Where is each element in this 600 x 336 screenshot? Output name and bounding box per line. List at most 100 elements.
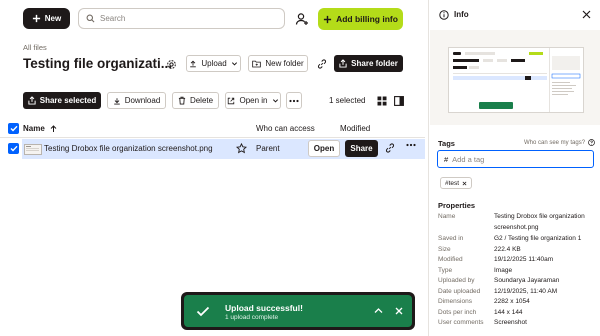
property-key: Dots per inch xyxy=(438,309,477,316)
property-key: Type xyxy=(438,267,453,274)
chevron-down-icon xyxy=(272,97,279,104)
new-button[interactable]: New xyxy=(23,8,70,29)
property-value: 222.4 KB xyxy=(494,246,521,253)
column-header-name[interactable]: Name xyxy=(23,124,57,133)
property-key: Date uploaded xyxy=(438,288,481,295)
folder-plus-icon xyxy=(252,60,262,68)
trash-icon xyxy=(178,96,186,105)
sort-arrow-up-icon xyxy=(50,124,57,133)
breadcrumb[interactable]: All files xyxy=(23,43,47,52)
row-checkbox[interactable] xyxy=(8,143,19,154)
tags-label: Tags xyxy=(438,139,455,148)
property-value: 2282 x 1054 xyxy=(494,298,530,305)
search-icon xyxy=(86,14,95,23)
grid-view-icon[interactable] xyxy=(377,96,387,106)
tag-chip[interactable]: #test xyxy=(440,177,473,189)
search-input[interactable] xyxy=(100,14,270,23)
property-value: 144 x 144 xyxy=(494,309,523,316)
billing-label: Add billing info xyxy=(336,14,398,24)
upload-toast-body: Upload successful! 1 upload complete xyxy=(184,295,412,327)
row-access: Parent xyxy=(256,144,280,153)
close-icon[interactable] xyxy=(582,10,591,19)
delete-label: Delete xyxy=(189,96,214,105)
external-link-icon xyxy=(227,97,235,105)
column-header-modified[interactable]: Modified xyxy=(340,124,370,133)
property-value: screenshot.png xyxy=(494,224,539,231)
more-horizontal-icon[interactable] xyxy=(406,143,416,147)
add-tag-input[interactable] xyxy=(452,154,583,164)
share-icon xyxy=(339,59,347,68)
tag-chip-label: #test xyxy=(445,179,460,187)
new-folder-label: New folder xyxy=(265,59,304,68)
chevron-up-icon[interactable] xyxy=(374,307,383,314)
help-icon xyxy=(588,139,595,146)
link-icon[interactable] xyxy=(385,143,395,153)
selection-count: 1 selected xyxy=(329,96,366,105)
delete-button[interactable]: Delete xyxy=(172,92,219,109)
open-button[interactable]: Open xyxy=(308,140,340,157)
toast-title: Upload successful! xyxy=(225,303,303,313)
close-icon[interactable] xyxy=(395,307,403,315)
property-value: 19/12/2025 11:40am xyxy=(494,256,554,263)
open-in-button[interactable]: Open in xyxy=(225,92,281,109)
info-panel-title: Info xyxy=(454,10,469,19)
property-key: Uploaded by xyxy=(438,277,475,284)
add-billing-info-button[interactable]: Add billing info xyxy=(318,8,403,30)
share-selected-button[interactable]: Share selected xyxy=(23,92,101,109)
property-key: Modified xyxy=(438,256,463,263)
info-panel: Info Tags Who can see my tags? # Add a t… xyxy=(428,0,600,336)
share-folder-label: Share folder xyxy=(351,59,398,68)
link-icon xyxy=(317,58,327,69)
share-icon xyxy=(28,96,36,105)
property-key: User comments xyxy=(438,319,484,326)
gear-icon[interactable] xyxy=(165,58,177,70)
checkmark-icon xyxy=(10,145,18,152)
open-in-label: Open in xyxy=(239,96,268,105)
tags-help-link[interactable]: Who can see my tags? xyxy=(524,139,595,146)
new-folder-button[interactable]: New folder xyxy=(248,55,308,72)
upload-label: Upload xyxy=(201,59,227,68)
property-value: Screenshot xyxy=(494,319,527,326)
add-tag-field[interactable]: # xyxy=(437,150,594,168)
share-folder-button[interactable]: Share folder xyxy=(334,55,403,72)
column-header-access[interactable]: Who can access xyxy=(256,124,315,133)
column-header-name-label: Name xyxy=(23,124,45,133)
property-key: Name xyxy=(438,213,456,220)
select-all-checkbox[interactable] xyxy=(8,123,19,134)
upload-icon xyxy=(189,60,197,68)
upload-button[interactable]: Upload xyxy=(186,55,241,72)
chevron-down-icon xyxy=(231,60,238,67)
star-icon[interactable] xyxy=(236,143,247,154)
checkmark-icon xyxy=(10,125,18,132)
download-label: Download xyxy=(124,96,161,105)
copy-link-button[interactable] xyxy=(314,55,329,72)
more-horizontal-icon xyxy=(289,99,299,103)
search-bar[interactable] xyxy=(78,8,285,29)
property-value: 12/19/2025, 11:40 AM xyxy=(494,288,558,295)
share-button[interactable]: Share xyxy=(345,140,378,157)
property-value: Testing Drobox file organization xyxy=(494,213,585,220)
header-divider xyxy=(0,137,425,138)
property-value-location[interactable]: G2 / Testing file organization 1 xyxy=(494,235,581,242)
download-icon xyxy=(113,97,121,105)
properties-label: Properties xyxy=(438,201,476,210)
download-button[interactable]: Download xyxy=(107,92,166,109)
remove-tag-icon[interactable] xyxy=(462,181,467,186)
toast-subtitle: 1 upload complete xyxy=(225,314,279,321)
plus-icon xyxy=(32,14,41,23)
file-preview-image[interactable] xyxy=(448,47,584,113)
file-thumbnail xyxy=(24,144,42,155)
property-value: Soundarya Jayaraman xyxy=(494,277,560,284)
share-selected-label: Share selected xyxy=(39,96,97,105)
hash-prefix: # xyxy=(444,154,449,164)
property-key: Dimensions xyxy=(438,298,472,305)
side-panel-icon[interactable] xyxy=(394,96,404,106)
more-actions-button[interactable] xyxy=(286,92,302,109)
info-icon xyxy=(439,10,449,20)
property-key: Size xyxy=(438,246,451,253)
file-name[interactable]: Testing Drobox file organization screens… xyxy=(44,144,213,153)
property-key: Saved in xyxy=(438,235,464,242)
property-value: Image xyxy=(494,267,513,274)
tags-help-text: Who can see my tags? xyxy=(524,139,586,146)
add-user-icon[interactable] xyxy=(294,11,310,27)
